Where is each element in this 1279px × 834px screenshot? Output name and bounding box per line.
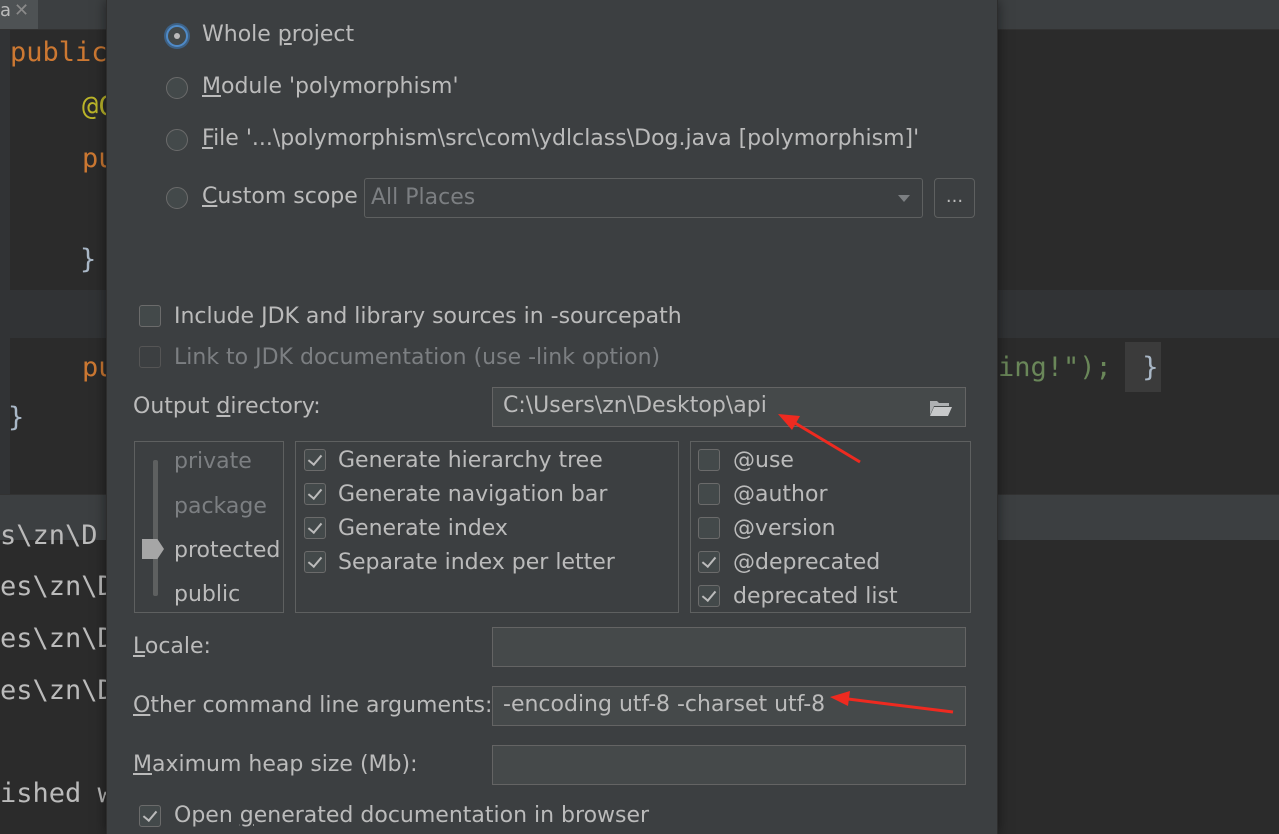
custom-scope-dropdown[interactable]: All Places	[364, 178, 923, 218]
open-browser-checkbox[interactable]	[139, 805, 161, 827]
visibility-level-public: public	[174, 582, 241, 607]
link-jdk-label: Link to JDK documentation (use -link opt…	[174, 345, 661, 370]
console-line: es\zn\D	[0, 675, 114, 706]
radio-whole-project[interactable]	[166, 25, 188, 47]
tag-author-checkbox[interactable]	[698, 483, 720, 505]
generate-index-checkbox[interactable]	[304, 517, 326, 539]
radio-custom-scope[interactable]	[166, 187, 188, 209]
radio-label-file[interactable]: File '...\polymorphism\src\com\ydlclass\…	[202, 125, 919, 153]
tab-name: a	[0, 0, 12, 21]
console-line: s\zn\D	[0, 520, 98, 551]
visibility-level-private: private	[174, 449, 252, 474]
generate-hierarchy-checkbox[interactable]	[304, 449, 326, 471]
console-line: ished w	[0, 778, 114, 809]
code-line: }	[80, 244, 97, 275]
other-args-value: -encoding utf-8 -charset utf-8	[503, 692, 826, 717]
include-jdk-label[interactable]: Include JDK and library sources in -sour…	[174, 303, 682, 331]
generate-navbar-checkbox[interactable]	[304, 483, 326, 505]
code-brace-tail: }	[1126, 352, 1159, 383]
heap-size-label: Maximum heap size (Mb):	[133, 752, 418, 777]
tag-version-label[interactable]: @version	[733, 515, 836, 543]
radio-file[interactable]	[166, 129, 188, 151]
include-jdk-checkbox[interactable]	[139, 305, 161, 327]
other-args-label: Other command line arguments:	[133, 693, 493, 718]
custom-scope-value: All Places	[371, 185, 476, 210]
visibility-slider-track[interactable]	[153, 460, 158, 596]
code-line: }	[8, 402, 25, 433]
output-directory-field[interactable]: C:\Users\zn\Desktop\api	[492, 387, 966, 427]
open-browser-label[interactable]: Open generated documentation in browser	[174, 802, 649, 830]
visibility-level-protected: protected	[174, 538, 281, 563]
heap-size-field[interactable]	[492, 745, 966, 785]
tag-author-label[interactable]: @author	[733, 481, 828, 509]
locale-label: Locale:	[133, 634, 211, 659]
generate-options-panel: Generate hierarchy tree Generate navigat…	[295, 441, 679, 613]
tag-use-checkbox[interactable]	[698, 449, 720, 471]
visibility-slider-thumb[interactable]	[142, 539, 164, 559]
visibility-slider-panel: private package protected public	[134, 441, 284, 613]
link-jdk-checkbox	[139, 346, 161, 368]
other-args-field[interactable]: -encoding utf-8 -charset utf-8	[492, 686, 966, 726]
console-line: es\zn\D	[0, 623, 114, 654]
close-icon[interactable]: ✕	[14, 0, 29, 22]
radio-label-custom-scope[interactable]: Custom scope	[202, 183, 358, 211]
tag-version-checkbox[interactable]	[698, 517, 720, 539]
generate-index-label[interactable]: Generate index	[338, 515, 508, 543]
output-directory-label: Output directory:	[133, 394, 321, 419]
generate-hierarchy-label[interactable]: Generate hierarchy tree	[338, 447, 603, 475]
custom-scope-browse-button[interactable]: ...	[934, 178, 975, 218]
code-line: public	[10, 37, 108, 68]
separate-index-label[interactable]: Separate index per letter	[338, 549, 615, 577]
tags-panel: @use @author @version @deprecated deprec…	[690, 441, 971, 613]
console-line: es\zn\D	[0, 571, 114, 602]
radio-module[interactable]	[166, 77, 188, 99]
tag-use-label[interactable]: @use	[733, 447, 794, 475]
deprecated-list-checkbox[interactable]	[698, 585, 720, 607]
radio-label-whole-project[interactable]: Whole project	[202, 21, 354, 49]
generate-navbar-label[interactable]: Generate navigation bar	[338, 481, 607, 509]
tag-deprecated-checkbox[interactable]	[698, 551, 720, 573]
separate-index-checkbox[interactable]	[304, 551, 326, 573]
editor-tab[interactable]: a ✕	[0, 0, 38, 29]
output-directory-value: C:\Users\zn\Desktop\api	[503, 393, 767, 418]
visibility-level-package: package	[174, 494, 267, 519]
locale-field[interactable]	[492, 627, 966, 667]
deprecated-list-label[interactable]: deprecated list	[733, 583, 898, 611]
chevron-down-icon	[898, 195, 910, 202]
tag-deprecated-label[interactable]: @deprecated	[733, 549, 880, 577]
radio-label-module[interactable]: Module 'polymorphism'	[202, 73, 459, 101]
folder-open-icon[interactable]	[929, 399, 953, 417]
javadoc-dialog: Whole project Module 'polymorphism' File…	[106, 0, 998, 834]
code-string-tail: ing!");	[998, 352, 1112, 383]
